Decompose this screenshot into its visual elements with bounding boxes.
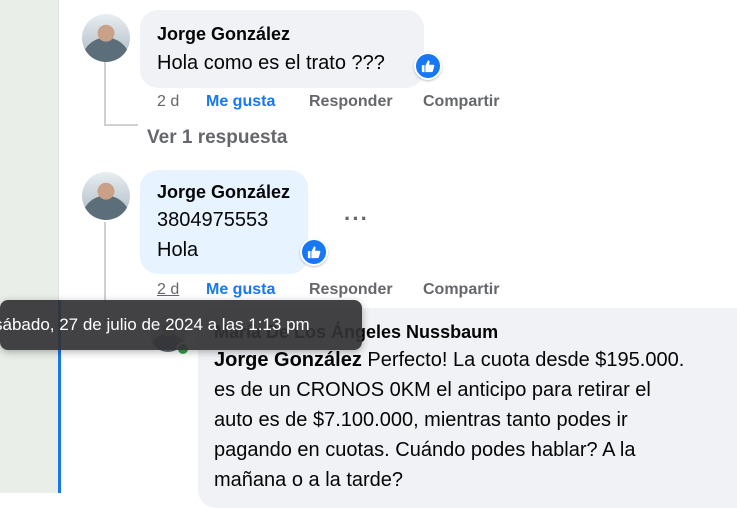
reply-line: mañana o a la tarde? [214, 469, 404, 491]
share-button[interactable]: Compartir [423, 93, 499, 111]
timestamp-tooltip: sábado, 27 de julio de 2024 a las 1:13 p… [0, 300, 362, 350]
reply-line: auto es de $7.100.000, mientras tanto po… [214, 409, 628, 431]
thread-connector [104, 62, 106, 126]
comment-author[interactable]: Jorge González [157, 182, 290, 203]
thread-connector [104, 222, 106, 302]
comment-timestamp[interactable]: 2 d [157, 281, 179, 299]
reply-line: es de un CRONOS 0KM el anticipo para ret… [214, 379, 651, 401]
like-button[interactable]: Me gusta [206, 93, 275, 111]
comment-author[interactable]: Jorge González [157, 24, 290, 45]
reply-line-text: Perfecto! La cuota desde $195.000. [361, 349, 685, 371]
comment-text-line: Hola [157, 239, 199, 261]
left-panel-strip [0, 0, 59, 493]
like-icon [421, 60, 435, 73]
like-reaction-badge[interactable] [414, 52, 442, 80]
thread-connector [104, 124, 138, 126]
like-button[interactable]: Me gusta [206, 281, 275, 299]
avatar[interactable] [82, 172, 130, 220]
comment-timestamp[interactable]: 2 d [157, 93, 179, 111]
reply-line: pagando en cuotas. Cuándo podes hablar? … [214, 439, 636, 461]
comment-text: Hola como es el trato ??? [157, 52, 385, 74]
share-button[interactable]: Compartir [423, 281, 499, 299]
like-reaction-badge[interactable] [300, 238, 328, 266]
mention-link[interactable]: Jorge González [214, 349, 362, 371]
reply-button[interactable]: Responder [309, 281, 393, 299]
tooltip-text: sábado, 27 de julio de 2024 a las 1:13 p… [0, 315, 310, 334]
like-icon [307, 246, 321, 259]
reply-button[interactable]: Responder [309, 93, 393, 111]
view-replies-link[interactable]: Ver 1 respuesta [147, 127, 287, 149]
reply-text: Jorge González Perfecto! La cuota desde … [214, 345, 734, 495]
more-options-icon[interactable]: ··· [344, 206, 369, 232]
comment-actions: 2 d Me gusta Responder Compartir [157, 93, 557, 115]
comment-text-line: 3804975553 [157, 209, 269, 231]
avatar[interactable] [82, 14, 130, 62]
